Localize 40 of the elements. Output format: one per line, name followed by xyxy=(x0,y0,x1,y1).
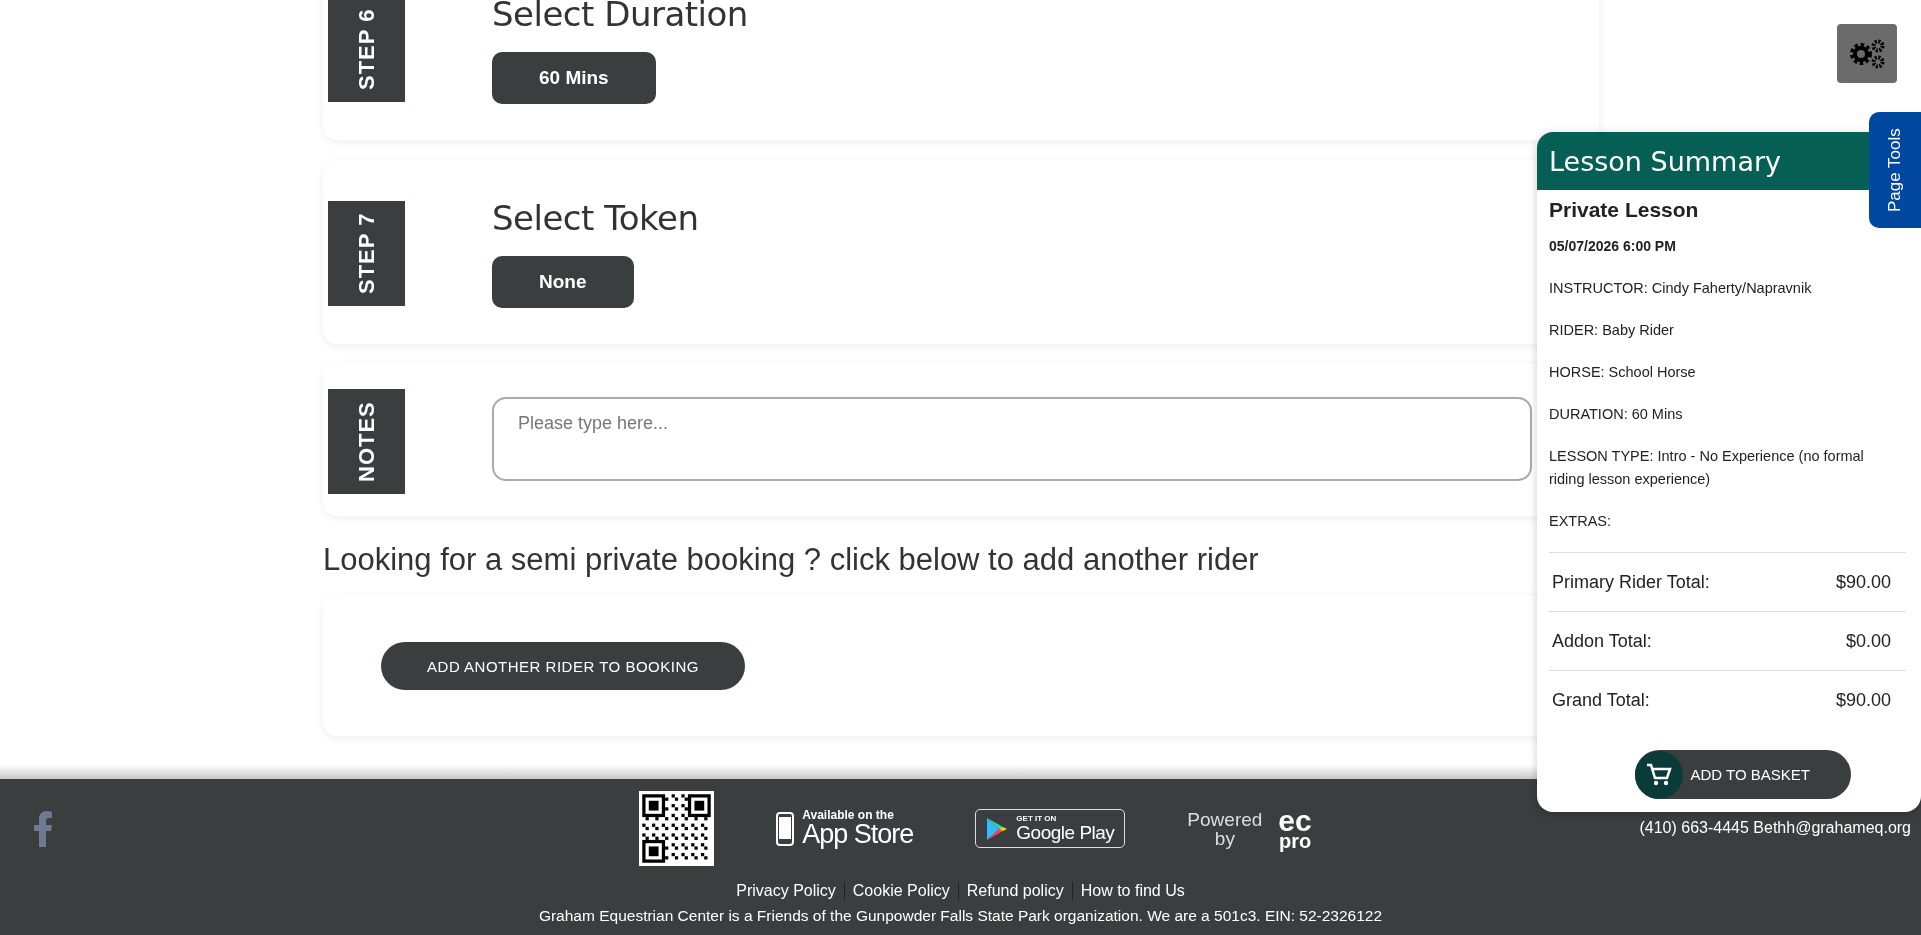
contact-info: (410) 663-4445 Bethh@grahameq.org xyxy=(1639,819,1911,837)
footer-link[interactable]: How to find Us xyxy=(1080,882,1185,900)
footer-link[interactable]: Privacy Policy xyxy=(736,882,836,900)
option-button[interactable]: 60 Mins xyxy=(492,52,656,104)
step-title: Select Token xyxy=(492,198,699,238)
facebook-icon[interactable] xyxy=(33,811,53,847)
play-icon xyxy=(986,816,1009,841)
app-store-badge[interactable]: Available on the App Store xyxy=(776,809,914,848)
lesson-detail: EXTRAS: xyxy=(1549,512,1613,531)
settings-button[interactable] xyxy=(1837,24,1897,83)
notes-field[interactable]: Please type here... xyxy=(492,397,1532,481)
total-label: Grand Total: xyxy=(1552,689,1650,711)
step-label: NOTES xyxy=(328,388,405,494)
lesson-detail: RIDER: Baby Rider xyxy=(1549,321,1675,340)
total-label: Addon Total: xyxy=(1552,630,1652,652)
lesson-detail: LESSON TYPE: Intro - No Experience (no formal riding lesson experience) xyxy=(1549,447,1865,489)
step-title: Select Duration xyxy=(492,0,748,34)
page-tools-tab[interactable]: Page Tools xyxy=(1869,112,1921,228)
add-rider-button[interactable]: ADD ANOTHER RIDER TO BOOKING xyxy=(381,642,745,690)
lesson-detail: DURATION: 60 Mins xyxy=(1549,405,1684,424)
option-button[interactable]: None xyxy=(492,256,634,308)
cart-icon xyxy=(1645,762,1672,787)
footer-link[interactable]: Refund policy xyxy=(966,882,1064,900)
semi-private-prompt: Looking for a semi private booking ? click below to add another rider xyxy=(323,542,1259,578)
footer-link[interactable]: Cookie Policy xyxy=(852,882,950,900)
total-amount: $0.00 xyxy=(1845,630,1891,652)
total-amount: $90.00 xyxy=(1835,571,1891,593)
phone-icon xyxy=(776,811,795,846)
step-label: STEP 6 xyxy=(328,0,405,102)
step-label: STEP 7 xyxy=(328,200,405,306)
total-amount: $90.00 xyxy=(1835,689,1891,711)
organization-note: Graham Equestrian Center is a Friends of the Gunpowder Falls State Park organization. We are a 501c3. EIN: 52-2326122 xyxy=(538,907,1383,925)
google-play-badge[interactable]: GET IT ON Google Play xyxy=(975,809,1126,848)
add-to-basket-button[interactable]: ADD TO BASKET xyxy=(1634,750,1851,799)
lesson-datetime: 05/07/2026 6:00 PM xyxy=(1549,238,1677,254)
lesson-detail: INSTRUCTOR: Cindy Faherty/Napravnik xyxy=(1549,279,1813,298)
total-label: Primary Rider Total: xyxy=(1552,571,1710,593)
lesson-detail: HORSE: School Horse xyxy=(1549,363,1697,382)
powered-by-text: Powered by xyxy=(1187,809,1263,848)
gears-icon xyxy=(1847,37,1887,70)
